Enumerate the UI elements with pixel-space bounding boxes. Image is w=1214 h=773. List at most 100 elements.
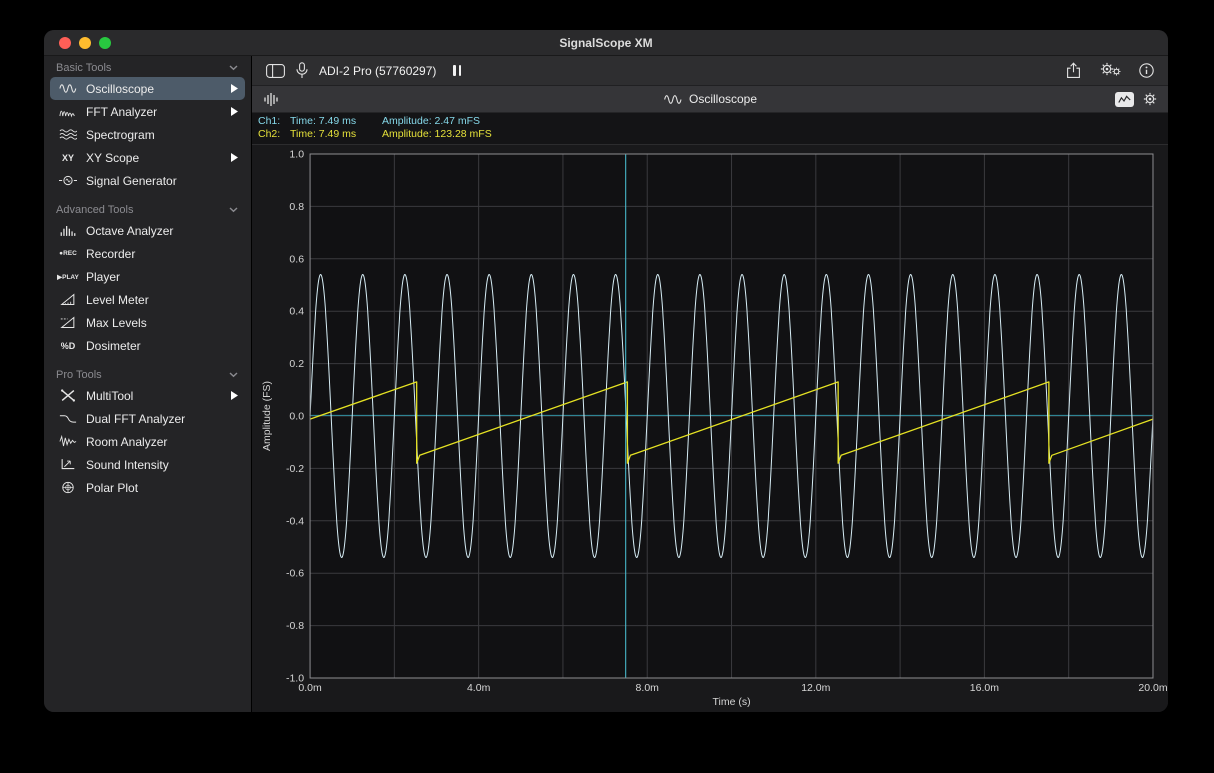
ch1-amplitude: Amplitude: 2.47 mFS [382, 115, 480, 128]
svg-text:20.0m: 20.0m [1138, 682, 1167, 694]
sidebar-item-polar-plot[interactable]: Polar Plot [50, 476, 245, 499]
titlebar[interactable]: SignalScope XM [44, 30, 1168, 56]
sidebar-item-oscilloscope[interactable]: Oscilloscope [50, 77, 245, 100]
sidebar-item-spectrogram[interactable]: Spectrogram [50, 123, 245, 146]
svg-text:1.0: 1.0 [289, 149, 304, 161]
svg-text:-0.2: -0.2 [286, 463, 304, 475]
ch1-label: Ch1: [258, 115, 290, 128]
recorder-icon: ●REC [57, 250, 79, 257]
sidebar-item-xy-scope[interactable]: XY XY Scope [50, 146, 245, 169]
stream-play-button[interactable] [231, 107, 238, 116]
close-window-button[interactable] [59, 37, 71, 49]
chart-settings-gear-icon[interactable] [1143, 92, 1157, 106]
sidebar-item-octave-analyzer[interactable]: Octave Analyzer [50, 219, 245, 242]
readout-row-ch1: Ch1: Time: 7.49 ms Amplitude: 2.47 mFS [258, 115, 1168, 128]
sidebar-item-room-analyzer[interactable]: Room Analyzer [50, 430, 245, 453]
svg-text:Amplitude (FS): Amplitude (FS) [261, 381, 273, 451]
spectrogram-icon [57, 128, 79, 141]
room-analyzer-icon [57, 435, 79, 448]
minimize-window-button[interactable] [79, 37, 91, 49]
sidebar-item-label: Level Meter [86, 293, 149, 307]
readout-row-ch2: Ch2: Time: 7.49 ms Amplitude: 123.28 mFS [258, 128, 1168, 141]
main-toolbar: ADI-2 Pro (57760297) [252, 56, 1168, 86]
ch2-time: Time: 7.49 ms [290, 128, 382, 141]
sidebar-item-label: XY Scope [86, 151, 139, 165]
sidebar-item-max-levels[interactable]: Max Levels [50, 311, 245, 334]
signal-generator-icon [57, 174, 79, 187]
svg-text:0.0: 0.0 [289, 411, 304, 423]
svg-text:0.0m: 0.0m [298, 682, 322, 694]
svg-text:-0.8: -0.8 [286, 620, 304, 632]
info-icon[interactable] [1139, 63, 1154, 78]
stream-play-button[interactable] [231, 84, 238, 93]
stream-play-button[interactable] [231, 153, 238, 162]
multitool-icon [57, 389, 79, 402]
chart-region: 1.00.80.60.40.20.0-0.2-0.4-0.6-0.8-1.00.… [252, 145, 1168, 712]
octave-analyzer-icon [57, 224, 79, 237]
stream-play-button[interactable] [231, 391, 238, 400]
ch2-label: Ch2: [258, 128, 290, 141]
sidebar-section-basic-tools[interactable]: Basic Tools [44, 59, 251, 77]
sidebar-item-sound-intensity[interactable]: Sound Intensity [50, 453, 245, 476]
dosimeter-icon: %D [57, 341, 79, 351]
sidebar-item-label: Spectrogram [86, 128, 155, 142]
settings-gears-icon[interactable] [1100, 62, 1120, 79]
sidebar-item-level-meter[interactable]: Level Meter [50, 288, 245, 311]
dual-fft-analyzer-icon [57, 412, 79, 425]
polar-plot-icon [57, 481, 79, 494]
waveform-activity-icon[interactable] [263, 92, 279, 107]
sidebar-item-label: Player [86, 270, 120, 284]
sine-wave-icon [663, 93, 683, 106]
svg-text:0.2: 0.2 [289, 358, 304, 370]
player-icon: ▶PLAY [57, 273, 79, 281]
sidebar-item-label: Octave Analyzer [86, 224, 173, 238]
chevron-down-icon[interactable] [229, 65, 238, 71]
xy-scope-icon: XY [57, 153, 79, 163]
cursor-readout: Ch1: Time: 7.49 ms Amplitude: 2.47 mFS C… [252, 113, 1168, 145]
view-title-group: Oscilloscope [252, 92, 1168, 106]
chevron-down-icon[interactable] [229, 372, 238, 378]
oscilloscope-plot[interactable]: 1.00.80.60.40.20.0-0.2-0.4-0.6-0.8-1.00.… [252, 145, 1168, 712]
sidebar: Basic Tools Oscilloscope FFT Analyzer Spect… [44, 56, 252, 712]
sidebar-item-label: FFT Analyzer [86, 105, 157, 119]
svg-text:-0.6: -0.6 [286, 568, 304, 580]
pause-button[interactable] [453, 65, 461, 76]
svg-text:12.0m: 12.0m [801, 682, 830, 694]
sidebar-item-multitool[interactable]: MultiTool [50, 384, 245, 407]
chart-display-toggle-icon[interactable] [1115, 92, 1134, 107]
svg-text:Time (s): Time (s) [712, 696, 750, 708]
main-area: ADI-2 Pro (57760297) [252, 56, 1168, 712]
sidebar-item-label: Dosimeter [86, 339, 141, 353]
sidebar-toggle-icon[interactable] [266, 64, 285, 78]
device-name[interactable]: ADI-2 Pro (57760297) [319, 64, 436, 78]
sidebar-item-player[interactable]: ▶PLAY Player [50, 265, 245, 288]
svg-text:4.0m: 4.0m [467, 682, 491, 694]
section-label: Basic Tools [56, 62, 111, 74]
sidebar-item-recorder[interactable]: ●REC Recorder [50, 242, 245, 265]
sidebar-item-label: Signal Generator [86, 174, 177, 188]
sidebar-item-label: Recorder [86, 247, 135, 261]
sidebar-item-dual-fft-analyzer[interactable]: Dual FFT Analyzer [50, 407, 245, 430]
sidebar-item-dosimeter[interactable]: %D Dosimeter [50, 334, 245, 357]
level-meter-icon [57, 293, 79, 306]
oscilloscope-icon [57, 82, 79, 95]
sidebar-item-signal-generator[interactable]: Signal Generator [50, 169, 245, 192]
input-device-microphone-icon[interactable] [296, 62, 308, 79]
view-title: Oscilloscope [689, 92, 757, 106]
svg-text:0.8: 0.8 [289, 201, 304, 213]
sidebar-item-fft-analyzer[interactable]: FFT Analyzer [50, 100, 245, 123]
view-toolbar: Oscilloscope [252, 86, 1168, 113]
zoom-window-button[interactable] [99, 37, 111, 49]
sidebar-item-label: Max Levels [86, 316, 147, 330]
share-icon[interactable] [1066, 62, 1081, 79]
section-label: Advanced Tools [56, 204, 133, 216]
sound-intensity-icon [57, 458, 79, 471]
chevron-down-icon[interactable] [229, 207, 238, 213]
sidebar-section-advanced-tools[interactable]: Advanced Tools [44, 201, 251, 219]
app-window: SignalScope XM Basic Tools Oscilloscope FF… [44, 30, 1168, 712]
traffic-lights [59, 37, 111, 49]
svg-text:0.4: 0.4 [289, 306, 304, 318]
sidebar-section-pro-tools[interactable]: Pro Tools [44, 366, 251, 384]
svg-text:-0.4: -0.4 [286, 515, 304, 527]
window-title: SignalScope XM [44, 36, 1168, 50]
